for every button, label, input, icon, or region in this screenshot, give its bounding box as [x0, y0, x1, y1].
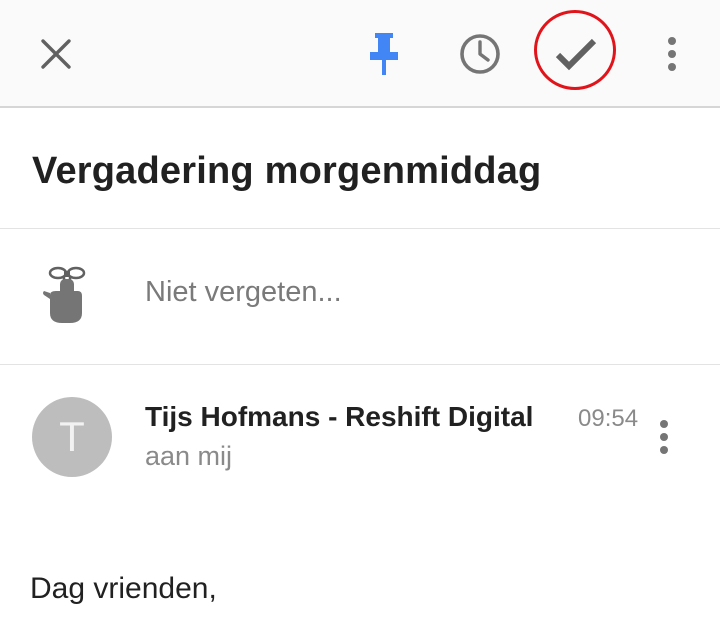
- mark-done-button[interactable]: [536, 14, 616, 94]
- checkmark-icon: [555, 38, 597, 71]
- message-subject: Vergadering morgenmiddag: [32, 150, 542, 192]
- close-icon: [41, 39, 71, 69]
- pin-icon: [370, 33, 398, 75]
- subject-row: Vergadering morgenmiddag: [0, 108, 720, 229]
- avatar-letter: T: [59, 413, 85, 460]
- sender-header: T Tijs Hofmans - Reshift Digital aan mij…: [0, 365, 720, 505]
- sender-name: Tijs Hofmans - Reshift Digital: [145, 401, 534, 432]
- reminder-row[interactable]: Niet vergeten...: [0, 229, 720, 365]
- more-vertical-icon: [668, 37, 676, 71]
- message-menu-button[interactable]: [640, 413, 688, 461]
- more-vertical-icon: [660, 420, 668, 454]
- clock-icon: [460, 34, 500, 74]
- close-button[interactable]: [16, 14, 96, 94]
- finger-string-reminder-icon: [43, 266, 86, 323]
- message-time: 09:54: [578, 405, 639, 432]
- reminder-placeholder: Niet vergeten...: [145, 276, 342, 308]
- avatar[interactable]: T: [32, 397, 112, 477]
- snooze-button[interactable]: [440, 14, 520, 94]
- recipient-label[interactable]: aan mij: [145, 441, 232, 472]
- overflow-menu-button[interactable]: [632, 14, 712, 94]
- pin-button[interactable]: [344, 14, 424, 94]
- message-body: Dag vrienden,: [30, 572, 217, 605]
- top-toolbar: [0, 0, 720, 108]
